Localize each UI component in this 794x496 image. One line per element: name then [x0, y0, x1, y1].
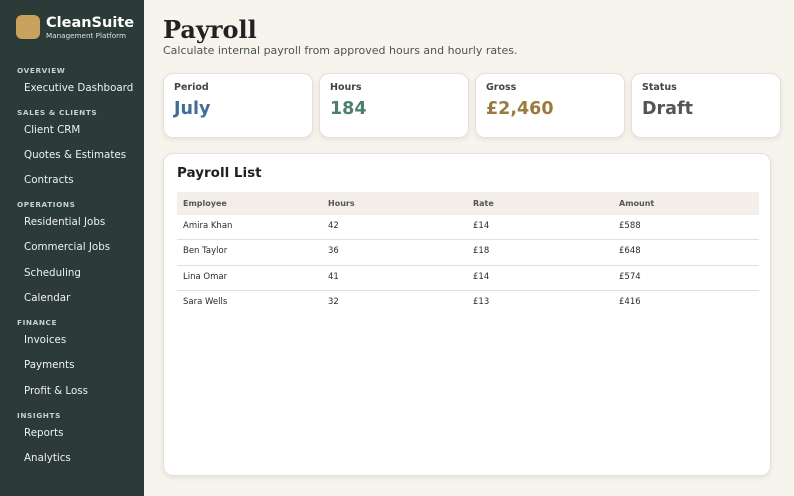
table-row[interactable]: Sara Wells 32 £13 £416	[177, 291, 759, 316]
sidebar-item-executive-dashboard[interactable]: Executive Dashboard	[10, 78, 138, 98]
brand-subtitle: Management Platform	[46, 31, 126, 40]
cell-hours: 32	[328, 296, 339, 307]
stat-label: Hours	[330, 82, 362, 93]
stat-label: Gross	[486, 82, 517, 93]
payroll-list-title: Payroll List	[177, 165, 262, 181]
sidebar-item-reports[interactable]: Reports	[10, 423, 138, 443]
cell-rate: £18	[473, 246, 490, 257]
nav-section-finance: FINANCE	[17, 318, 58, 327]
stat-card-status: Status Draft	[631, 73, 781, 138]
cell-rate: £13	[473, 296, 490, 307]
sidebar-item-commercial-jobs[interactable]: Commercial Jobs	[10, 237, 138, 257]
stat-value: Draft	[642, 99, 693, 119]
stat-value: July	[174, 99, 211, 119]
cell-rate: £14	[473, 271, 490, 282]
column-header-amount[interactable]: Amount	[619, 192, 654, 215]
column-header-hours[interactable]: Hours	[328, 192, 355, 215]
sidebar-item-quotes-estimates[interactable]: Quotes & Estimates	[10, 145, 138, 165]
table-row[interactable]: Lina Omar 41 £14 £574	[177, 266, 759, 291]
sidebar-item-analytics[interactable]: Analytics	[10, 448, 138, 468]
brand-name: CleanSuite	[46, 15, 135, 31]
sidebar-item-scheduling[interactable]: Scheduling	[10, 263, 138, 283]
cell-amount: £588	[619, 221, 641, 231]
cell-amount: £416	[619, 296, 641, 307]
column-header-rate[interactable]: Rate	[473, 192, 494, 215]
nav-section-sales-clients: SALES & CLIENTS	[17, 108, 98, 117]
cell-employee: Ben Taylor	[183, 246, 228, 257]
page-subtitle: Calculate internal payroll from approved…	[163, 44, 518, 57]
column-header-employee[interactable]: Employee	[183, 192, 227, 215]
table-row[interactable]: Amira Khan 42 £14 £588	[177, 215, 759, 241]
sidebar: CleanSuite Management Platform OVERVIEW …	[0, 0, 144, 496]
brand[interactable]: CleanSuite Management Platform	[16, 15, 141, 41]
cell-employee: Sara Wells	[183, 296, 228, 307]
stat-card-hours: Hours 184	[319, 73, 469, 138]
nav-section-insights: INSIGHTS	[17, 411, 61, 420]
nav-section-operations: OPERATIONS	[17, 200, 76, 209]
cell-employee: Amira Khan	[183, 221, 233, 231]
sidebar-item-residential-jobs[interactable]: Residential Jobs	[10, 212, 138, 232]
sidebar-item-client-crm[interactable]: Client CRM	[10, 120, 138, 140]
cell-rate: £14	[473, 221, 490, 231]
stat-label: Status	[642, 82, 677, 93]
cell-amount: £648	[619, 246, 641, 257]
sidebar-item-calendar[interactable]: Calendar	[10, 288, 138, 308]
cell-hours: 41	[328, 271, 339, 282]
cell-employee: Lina Omar	[183, 271, 228, 282]
table-header: Employee Hours Rate Amount	[177, 192, 759, 215]
stat-card-period: Period July	[163, 73, 313, 138]
table-row[interactable]: Ben Taylor 36 £18 £648	[177, 240, 759, 266]
sidebar-item-profit-loss[interactable]: Profit & Loss	[10, 381, 138, 401]
sidebar-item-payments[interactable]: Payments	[10, 355, 138, 375]
brand-logo-icon	[16, 15, 40, 39]
stat-label: Period	[174, 82, 209, 93]
sidebar-item-contracts[interactable]: Contracts	[10, 170, 138, 190]
payroll-list-card: Payroll List Employee Hours Rate Amount …	[163, 153, 771, 476]
payroll-table: Employee Hours Rate Amount Amira Khan 42…	[177, 192, 759, 316]
stat-value: 184	[330, 99, 367, 119]
stat-card-gross: Gross £2,460	[475, 73, 625, 138]
sidebar-item-invoices[interactable]: Invoices	[10, 330, 138, 350]
nav-section-overview: OVERVIEW	[17, 66, 66, 75]
cell-hours: 42	[328, 221, 339, 231]
page-title: Payroll	[163, 15, 257, 44]
cell-hours: 36	[328, 246, 339, 257]
stat-value: £2,460	[486, 99, 554, 119]
cell-amount: £574	[619, 271, 641, 282]
